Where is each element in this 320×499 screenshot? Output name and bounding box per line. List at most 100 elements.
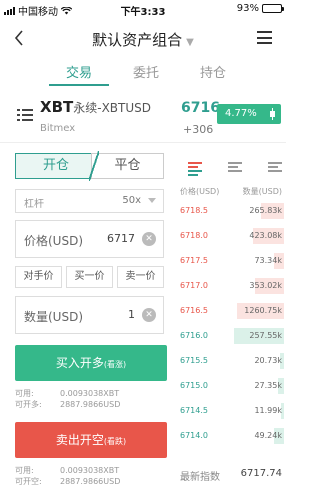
instrument-contract: 永续-XBTUSD xyxy=(73,101,151,115)
orderbook-asks-icon[interactable] xyxy=(228,162,242,174)
bid-row[interactable]: 6715.5 20.73k xyxy=(180,352,284,370)
orderbook-price-header: 价格(USD) xyxy=(180,187,220,196)
orderbook-bids-icon[interactable] xyxy=(268,162,282,174)
order-quantity: 265.83k xyxy=(249,206,282,215)
latest-index: 最新指数 6717.74 xyxy=(180,468,284,483)
last-price: 6716 xyxy=(181,100,220,116)
toggle-divider xyxy=(89,151,99,181)
buy-info: 可用: 0.0093038XBT 可开多: 2887.9866USD xyxy=(15,388,167,410)
buy-open-long-button[interactable]: 买入开多(看涨) xyxy=(15,345,167,381)
index-value: 6717.74 xyxy=(240,468,282,479)
sell-open-short-button[interactable]: 卖出开空(看跌) xyxy=(15,422,167,458)
tab-trade[interactable]: 交易 xyxy=(49,62,109,81)
tab-positions[interactable]: 持仓 xyxy=(183,62,243,81)
tab-underline xyxy=(49,84,109,86)
tab-orders[interactable]: 委托 xyxy=(116,62,176,81)
clear-icon[interactable]: ✕ xyxy=(142,308,156,322)
dropdown-arrow-icon xyxy=(148,198,156,203)
bid-row[interactable]: 6715.0 27.35k xyxy=(180,377,284,395)
order-quantity: 20.73k xyxy=(254,356,282,365)
buy-sublabel: (看涨) xyxy=(103,360,127,369)
orderbook-both-icon[interactable] xyxy=(188,162,202,176)
order-quantity: 73.34k xyxy=(254,256,282,265)
nav-bar: 默认资产组合 ▼ xyxy=(0,22,286,54)
order-price: 6716.0 xyxy=(180,331,208,340)
bid-row[interactable]: 6716.0 257.55k xyxy=(180,327,284,345)
candlestick-icon xyxy=(270,108,275,120)
battery-percent: 93% xyxy=(236,3,259,14)
best-ask-button[interactable]: 卖一价 xyxy=(117,266,164,288)
order-quantity: 353.02k xyxy=(249,281,282,290)
best-bid-button[interactable]: 买一价 xyxy=(66,266,113,288)
portfolio-selector[interactable]: 默认资产组合 ▼ xyxy=(0,29,286,50)
orderbook-qty-header: 数量(USD) xyxy=(242,187,282,196)
order-price: 6716.5 xyxy=(180,306,208,315)
quick-price-row: 对手价 买一价 卖一价 xyxy=(15,266,164,288)
ask-row[interactable]: 6718.0 423.08k xyxy=(180,227,284,245)
leverage-label: 杠杆 xyxy=(24,199,44,210)
close-position-tab[interactable]: 平仓 xyxy=(91,153,164,179)
status-right: 93% xyxy=(236,3,284,14)
order-quantity: 27.35k xyxy=(254,381,282,390)
order-price: 6714.0 xyxy=(180,431,208,440)
divider xyxy=(0,142,286,143)
order-price: 6717.5 xyxy=(180,256,208,265)
instrument-name[interactable]: XBT永续-XBTUSD xyxy=(40,98,151,116)
sell-label: 卖出开空 xyxy=(55,433,104,447)
info-value: 2887.9866USD xyxy=(60,400,121,409)
counterparty-price-button[interactable]: 对手价 xyxy=(15,266,62,288)
ask-row[interactable]: 6717.0 353.02k xyxy=(180,277,284,295)
open-position-tab[interactable]: 开仓 xyxy=(15,153,97,179)
info-key: 可用: xyxy=(15,466,34,475)
index-label: 最新指数 xyxy=(180,472,220,483)
order-price: 6714.5 xyxy=(180,406,208,415)
orderbook-view-toggles xyxy=(188,162,284,176)
info-key: 可用: xyxy=(15,389,34,398)
open-close-toggle: 开仓 平仓 xyxy=(15,151,164,181)
status-bar: 中国移动 下午3:33 93% xyxy=(0,0,286,18)
buy-label: 买入开多 xyxy=(55,356,104,370)
price-change: +306 xyxy=(183,123,214,136)
battery-icon xyxy=(262,4,284,13)
quantity-input[interactable]: 数量(USD) 1 ✕ xyxy=(15,296,164,334)
order-price: 6715.5 xyxy=(180,356,208,365)
price-label: 价格(USD) xyxy=(24,234,84,248)
order-quantity: 423.08k xyxy=(249,231,282,240)
page-title: 默认资产组合 xyxy=(92,31,183,49)
price-input[interactable]: 价格(USD) 6717 ✕ xyxy=(15,220,164,258)
order-price: 6717.0 xyxy=(180,281,208,290)
quantity-value: 1 xyxy=(128,308,135,321)
order-quantity: 11.99k xyxy=(254,406,282,415)
info-value: 0.0093038XBT xyxy=(60,389,120,398)
bid-row[interactable]: 6714.5 11.99k xyxy=(180,402,284,420)
order-quantity: 49.24k xyxy=(254,431,282,440)
price-value: 6717 xyxy=(107,232,135,245)
order-price: 6718.5 xyxy=(180,206,208,215)
instrument-symbol: XBT xyxy=(40,98,74,116)
order-price: 6718.0 xyxy=(180,231,208,240)
tab-bar: 交易 委托 持仓 xyxy=(0,58,286,88)
clear-icon[interactable]: ✕ xyxy=(142,232,156,246)
list-icon[interactable] xyxy=(17,108,33,122)
caret-down-icon: ▼ xyxy=(186,37,194,48)
instrument-header: XBT永续-XBTUSD Bitmex 6716 +306 4.77% xyxy=(0,96,286,140)
info-value: 0.0093038XBT xyxy=(60,466,120,475)
ask-row[interactable]: 6716.5 1260.75k xyxy=(180,302,284,320)
leverage-select[interactable]: 杠杆 50x xyxy=(15,189,164,213)
exchange-name: Bitmex xyxy=(40,123,76,134)
quantity-label: 数量(USD) xyxy=(24,310,84,324)
order-price: 6715.0 xyxy=(180,381,208,390)
ask-row[interactable]: 6718.5 265.83k xyxy=(180,202,284,220)
ask-row[interactable]: 6717.5 73.34k xyxy=(180,252,284,270)
order-quantity: 257.55k xyxy=(249,331,282,340)
leverage-value: 50x xyxy=(122,195,141,206)
sell-sublabel: (看跌) xyxy=(103,437,127,446)
hamburger-icon[interactable] xyxy=(257,31,272,44)
info-key: 可开多: xyxy=(15,400,42,409)
info-value: 2887.9866USD xyxy=(60,477,121,486)
bid-row[interactable]: 6714.0 49.24k xyxy=(180,427,284,445)
order-quantity: 1260.75k xyxy=(244,306,282,315)
change-percent: 4.77% xyxy=(225,108,257,119)
chart-button[interactable]: 4.77% xyxy=(217,104,281,124)
sell-info: 可用: 0.0093038XBT 可开空: 2887.9866USD xyxy=(15,465,167,487)
